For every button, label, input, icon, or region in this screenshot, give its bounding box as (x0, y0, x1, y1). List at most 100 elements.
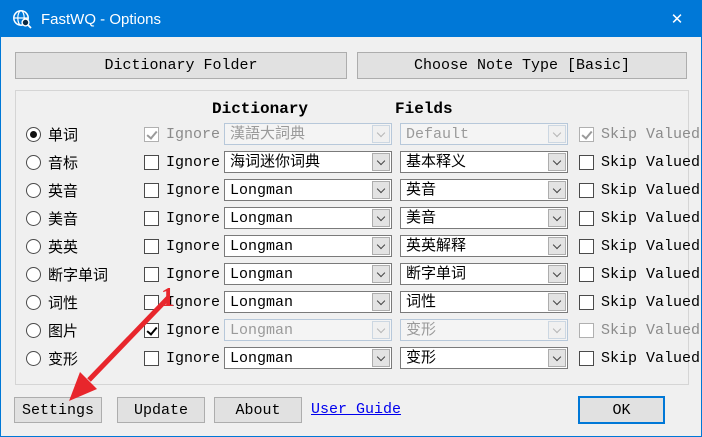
ignore-checkbox[interactable]: Ignore (144, 120, 220, 148)
checkbox-icon[interactable] (579, 183, 594, 198)
field-select[interactable]: 变形 (400, 347, 568, 369)
skip-valued-checkbox[interactable]: Skip Valued (579, 288, 700, 316)
checkbox-icon[interactable] (144, 239, 159, 254)
row-radio[interactable]: 英音 (26, 176, 78, 204)
chevron-down-icon[interactable] (372, 181, 390, 199)
radio-icon[interactable] (26, 211, 41, 226)
checkbox-icon[interactable] (144, 295, 159, 310)
field-select[interactable]: 基本释义 (400, 151, 568, 173)
radio-icon[interactable] (26, 183, 41, 198)
field-select[interactable]: 英英解释 (400, 235, 568, 257)
skip-valued-checkbox[interactable]: Skip Valued (579, 232, 700, 260)
checkbox-icon[interactable] (144, 127, 159, 142)
dictionary-select[interactable]: Longman (224, 263, 392, 285)
checkbox-icon[interactable] (144, 351, 159, 366)
checkbox-icon[interactable] (579, 267, 594, 282)
ignore-checkbox[interactable]: Ignore (144, 148, 220, 176)
radio-icon[interactable] (26, 239, 41, 254)
skip-valued-checkbox[interactable]: Skip Valued (579, 120, 700, 148)
field-select[interactable]: 英音 (400, 179, 568, 201)
ok-button[interactable]: OK (578, 396, 665, 424)
dictionary-select[interactable]: Longman (224, 207, 392, 229)
checkbox-icon[interactable] (144, 323, 159, 338)
checkbox-icon[interactable] (579, 211, 594, 226)
field-select[interactable]: 断字单词 (400, 263, 568, 285)
dictionary-select[interactable]: Longman (224, 179, 392, 201)
field-select[interactable]: 变形 (400, 319, 568, 341)
about-button[interactable]: About (214, 397, 302, 423)
radio-icon[interactable] (26, 295, 41, 310)
row-radio[interactable]: 英英 (26, 232, 78, 260)
chevron-down-icon[interactable] (548, 349, 566, 367)
skip-valued-checkbox[interactable]: Skip Valued (579, 344, 700, 372)
ignore-checkbox[interactable]: Ignore (144, 204, 220, 232)
update-button[interactable]: Update (117, 397, 205, 423)
skip-valued-checkbox[interactable]: Skip Valued (579, 148, 700, 176)
chevron-down-icon[interactable] (548, 293, 566, 311)
dictionary-select[interactable]: 海词迷你词典 (224, 151, 392, 173)
checkbox-icon[interactable] (579, 239, 594, 254)
row-radio[interactable]: 音标 (26, 148, 78, 176)
checkbox-icon[interactable] (579, 127, 594, 142)
row-radio[interactable]: 断字单词 (26, 260, 108, 288)
radio-icon[interactable] (26, 323, 41, 338)
skip-valued-checkbox[interactable]: Skip Valued (579, 204, 700, 232)
checkbox-icon[interactable] (144, 267, 159, 282)
dictionary-folder-button[interactable]: Dictionary Folder (15, 52, 347, 79)
skip-valued-checkbox[interactable]: Skip Valued (579, 316, 700, 344)
chevron-down-icon[interactable] (548, 237, 566, 255)
chevron-down-icon[interactable] (548, 321, 566, 339)
chevron-down-icon[interactable] (548, 265, 566, 283)
ignore-checkbox[interactable]: Ignore (144, 260, 220, 288)
dictionary-select[interactable]: Longman (224, 291, 392, 313)
radio-icon[interactable] (26, 351, 41, 366)
row-radio[interactable]: 单词 (26, 120, 78, 148)
checkbox-icon[interactable] (579, 295, 594, 310)
chevron-down-icon[interactable] (548, 153, 566, 171)
checkbox-icon[interactable] (144, 211, 159, 226)
ignore-checkbox[interactable]: Ignore (144, 316, 220, 344)
ignore-checkbox[interactable]: Ignore (144, 288, 220, 316)
dictionary-select[interactable]: Longman (224, 319, 392, 341)
ignore-checkbox[interactable]: Ignore (144, 232, 220, 260)
chevron-down-icon[interactable] (548, 125, 566, 143)
user-guide-link[interactable]: User Guide (311, 401, 401, 418)
row-radio[interactable]: 美音 (26, 204, 78, 232)
radio-icon[interactable] (26, 155, 41, 170)
settings-button[interactable]: Settings (14, 397, 102, 423)
checkbox-icon[interactable] (579, 351, 594, 366)
checkbox-icon[interactable] (579, 155, 594, 170)
skip-valued-checkbox[interactable]: Skip Valued (579, 260, 700, 288)
selected-field: 英音 (406, 181, 545, 200)
chevron-down-icon[interactable] (372, 349, 390, 367)
checkbox-icon[interactable] (579, 323, 594, 338)
close-button[interactable]: ✕ (653, 1, 701, 37)
radio-icon[interactable] (26, 127, 41, 142)
field-select[interactable]: 美音 (400, 207, 568, 229)
checkbox-icon[interactable] (144, 183, 159, 198)
row-radio[interactable]: 变形 (26, 344, 78, 372)
row-radio[interactable]: 图片 (26, 316, 78, 344)
dictionary-select[interactable]: Longman (224, 347, 392, 369)
choose-note-type-button[interactable]: Choose Note Type [Basic] (357, 52, 687, 79)
field-select[interactable]: Default (400, 123, 568, 145)
dictionary-select[interactable]: 漢語大詞典 (224, 123, 392, 145)
fields-column-header: Fields (395, 100, 453, 118)
chevron-down-icon[interactable] (372, 293, 390, 311)
chevron-down-icon[interactable] (372, 209, 390, 227)
ignore-checkbox[interactable]: Ignore (144, 344, 220, 372)
chevron-down-icon[interactable] (548, 181, 566, 199)
chevron-down-icon[interactable] (372, 153, 390, 171)
checkbox-icon[interactable] (144, 155, 159, 170)
chevron-down-icon[interactable] (372, 321, 390, 339)
chevron-down-icon[interactable] (372, 125, 390, 143)
dictionary-select[interactable]: Longman (224, 235, 392, 257)
chevron-down-icon[interactable] (548, 209, 566, 227)
chevron-down-icon[interactable] (372, 265, 390, 283)
ignore-checkbox[interactable]: Ignore (144, 176, 220, 204)
field-select[interactable]: 词性 (400, 291, 568, 313)
radio-icon[interactable] (26, 267, 41, 282)
skip-valued-checkbox[interactable]: Skip Valued (579, 176, 700, 204)
row-radio[interactable]: 词性 (26, 288, 78, 316)
chevron-down-icon[interactable] (372, 237, 390, 255)
